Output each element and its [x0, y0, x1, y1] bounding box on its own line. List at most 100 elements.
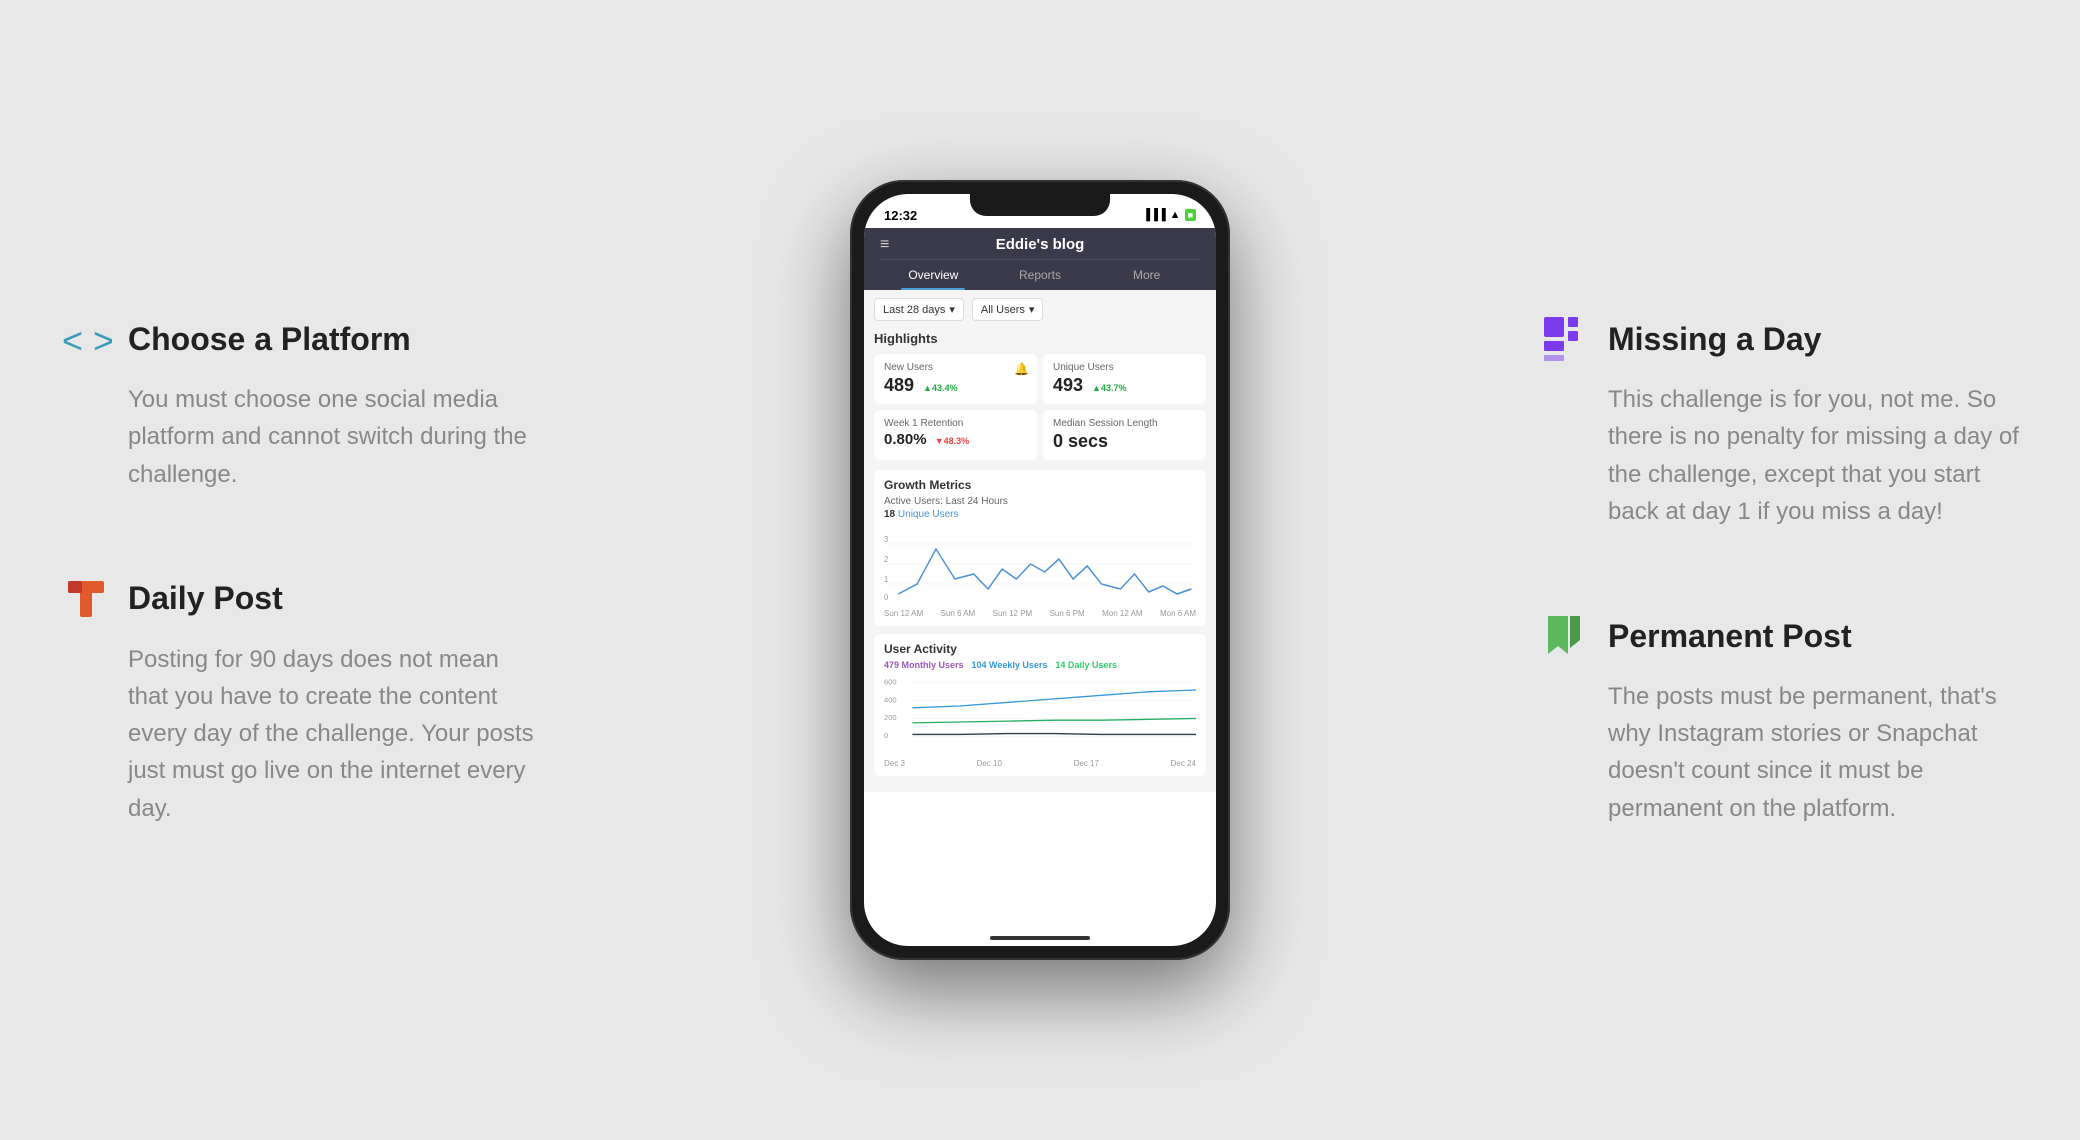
active-users-chart: 3 2 1 0 [884, 524, 1196, 604]
session-label: Median Session Length [1053, 418, 1196, 429]
feature-choose-platform: < > Choose a Platform You must choose on… [60, 313, 540, 493]
act-x-3: Dec 24 [1171, 759, 1196, 768]
feature-header-permanent: Permanent Post [1540, 610, 2020, 662]
retention-label: Week 1 Retention [884, 418, 1027, 429]
highlight-session: Median Session Length 0 secs [1043, 410, 1206, 460]
users-chevron: ▾ [1029, 303, 1035, 316]
page-layout: < > Choose a Platform You must choose on… [0, 0, 2080, 1140]
growth-metrics-section: Growth Metrics Active Users: Last 24 Hou… [874, 470, 1206, 626]
daily-post-icon [60, 573, 112, 625]
activity-title: User Activity [884, 642, 1196, 656]
svg-text:400: 400 [884, 696, 897, 705]
phone-screen: 12:32 ▐▐▐ ▲ ■ ≡ Eddie's blog Overview [864, 194, 1216, 946]
center-phone-area: 12:32 ▐▐▐ ▲ ■ ≡ Eddie's blog Overview [580, 180, 1500, 960]
app-content: Last 28 days ▾ All Users ▾ Highlights 🔔 [864, 290, 1216, 792]
chart-x-labels: Sun 12 AM Sun 6 AM Sun 12 PM Sun 6 PM Mo… [884, 609, 1196, 618]
period-label: Last 28 days [883, 304, 945, 316]
feature-missing-day: Missing a Day This challenge is for you,… [1540, 313, 2020, 530]
tab-overview[interactable]: Overview [880, 260, 987, 290]
app-header: ≡ Eddie's blog Overview Reports More [864, 228, 1216, 290]
svg-text:2: 2 [884, 555, 888, 564]
active-label: Unique Users [898, 509, 959, 520]
retention-change: ▼48.3% [935, 436, 969, 446]
activity-x-labels: Dec 3 Dec 10 Dec 17 Dec 24 [884, 759, 1196, 768]
phone-frame: 12:32 ▐▐▐ ▲ ■ ≡ Eddie's blog Overview [850, 180, 1230, 960]
signal-icon: ▐▐▐ [1142, 209, 1165, 221]
missing-title: Missing a Day [1608, 321, 1821, 358]
missing-desc: This challenge is for you, not me. So th… [1540, 381, 2020, 530]
period-chevron: ▾ [949, 303, 955, 316]
battery-icon: ■ [1185, 209, 1196, 221]
svg-text:0: 0 [884, 731, 888, 740]
permanent-title: Permanent Post [1608, 618, 1852, 655]
svg-text:200: 200 [884, 713, 897, 722]
highlight-new-users: 🔔 New Users 489 ▲43.4% [874, 354, 1037, 404]
daily-desc: Posting for 90 days does not mean that y… [60, 641, 540, 827]
active-users-title: Active Users: Last 24 Hours [884, 496, 1196, 507]
x-label-3: Sun 6 PM [1050, 609, 1085, 618]
daily-title: Daily Post [128, 580, 283, 617]
unique-users-change: ▲43.7% [1092, 383, 1126, 393]
home-indicator [990, 936, 1090, 940]
status-icons: ▐▐▐ ▲ ■ [1142, 209, 1196, 221]
highlights-title: Highlights [874, 331, 1206, 346]
active-count: 18 [884, 509, 895, 520]
feature-daily-post: Daily Post Posting for 90 days does not … [60, 573, 540, 827]
act-x-1: Dec 10 [977, 759, 1002, 768]
feature-permanent-post: Permanent Post The posts must be permane… [1540, 610, 2020, 827]
mosaic-icon [1540, 313, 1592, 365]
act-x-2: Dec 17 [1074, 759, 1099, 768]
app-header-top: ≡ Eddie's blog [880, 236, 1200, 259]
left-column: < > Choose a Platform You must choose on… [60, 313, 580, 827]
highlight-retention: Week 1 Retention 0.80% ▼48.3% [874, 410, 1037, 460]
user-activity-section: User Activity 479 Monthly Users 104 Week… [874, 634, 1206, 776]
daily-count: 14 Daily Users [1055, 660, 1117, 670]
act-x-0: Dec 3 [884, 759, 905, 768]
wifi-icon: ▲ [1170, 209, 1181, 221]
feature-header-platform: < > Choose a Platform [60, 313, 540, 365]
tab-more[interactable]: More [1093, 260, 1200, 290]
growth-title: Growth Metrics [884, 478, 1196, 492]
bookmark-icon [1540, 610, 1592, 662]
feature-header-missing: Missing a Day [1540, 313, 2020, 365]
highlight-unique-users: Unique Users 493 ▲43.7% [1043, 354, 1206, 404]
hamburger-icon[interactable]: ≡ [880, 236, 889, 254]
bell-icon: 🔔 [1014, 362, 1029, 376]
period-filter[interactable]: Last 28 days ▾ [874, 298, 964, 321]
svg-text:0: 0 [884, 593, 889, 602]
session-value: 0 secs [1053, 431, 1196, 452]
users-filter[interactable]: All Users ▾ [972, 298, 1044, 321]
retention-value: 0.80% ▼48.3% [884, 431, 1027, 448]
new-users-change: ▲43.4% [923, 383, 957, 393]
code-icon: < > [60, 313, 112, 365]
app-tabs: Overview Reports More [880, 259, 1200, 290]
x-label-1: Sun 6 AM [941, 609, 976, 618]
filter-row: Last 28 days ▾ All Users ▾ [874, 298, 1206, 321]
x-label-0: Sun 12 AM [884, 609, 923, 618]
svg-text:600: 600 [884, 678, 897, 687]
svg-text:3: 3 [884, 535, 888, 544]
new-users-value: 489 ▲43.4% [884, 375, 1027, 396]
tab-reports[interactable]: Reports [987, 260, 1094, 290]
svg-text:< >: < > [62, 320, 112, 361]
highlights-grid: 🔔 New Users 489 ▲43.4% Unique Users 493 … [874, 354, 1206, 460]
platform-title: Choose a Platform [128, 321, 411, 358]
users-label: All Users [981, 304, 1025, 316]
unique-users-label: Unique Users [1053, 362, 1196, 373]
active-legend: 18 Unique Users [884, 509, 1196, 520]
x-label-5: Mon 6 AM [1160, 609, 1196, 618]
x-label-4: Mon 12 AM [1102, 609, 1142, 618]
phone-notch [970, 194, 1110, 216]
x-label-2: Sun 12 PM [993, 609, 1033, 618]
monthly-count: 479 Monthly Users [884, 660, 964, 670]
activity-legend: 479 Monthly Users 104 Weekly Users 14 Da… [884, 660, 1196, 670]
new-users-label: New Users [884, 362, 1027, 373]
right-column: Missing a Day This challenge is for you,… [1500, 313, 2020, 827]
status-time: 12:32 [884, 208, 917, 223]
unique-users-value: 493 ▲43.7% [1053, 375, 1196, 396]
feature-header-daily: Daily Post [60, 573, 540, 625]
svg-text:1: 1 [884, 575, 888, 584]
user-activity-chart: 600 400 200 0 [884, 674, 1196, 754]
platform-desc: You must choose one social media platfor… [60, 381, 540, 493]
permanent-desc: The posts must be permanent, that's why … [1540, 678, 2020, 827]
